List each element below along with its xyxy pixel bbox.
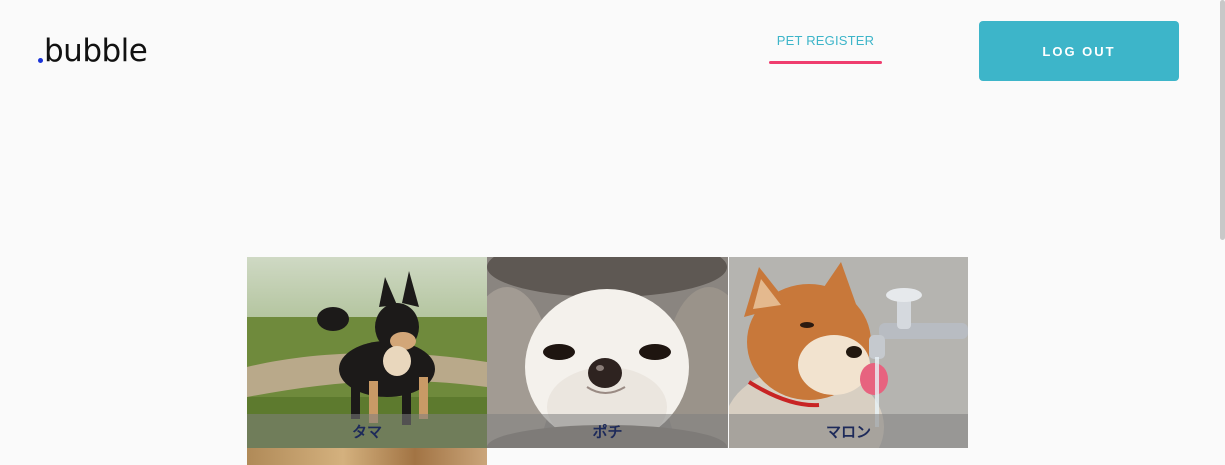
pet-register-link[interactable]: PET REGISTER	[769, 30, 882, 64]
pet-name: ポチ	[487, 414, 728, 448]
pet-card[interactable]: マロン	[729, 257, 968, 448]
logo-dot	[38, 58, 43, 63]
pet-name: マロン	[729, 414, 968, 448]
pet-name: タマ	[247, 414, 487, 448]
logo-text: bubble	[44, 33, 148, 69]
scrollbar[interactable]	[1220, 0, 1225, 240]
pet-gallery: タマ ポチ マロン	[247, 257, 968, 465]
logout-button[interactable]: LOG OUT	[979, 21, 1179, 81]
pet-card[interactable]: タマ	[247, 257, 487, 448]
pet-card[interactable]: ポチ	[487, 257, 728, 448]
bubble-logo[interactable]: bubble	[38, 31, 148, 71]
active-tab-underline	[769, 61, 882, 64]
pet-card-partial[interactable]	[247, 448, 487, 465]
